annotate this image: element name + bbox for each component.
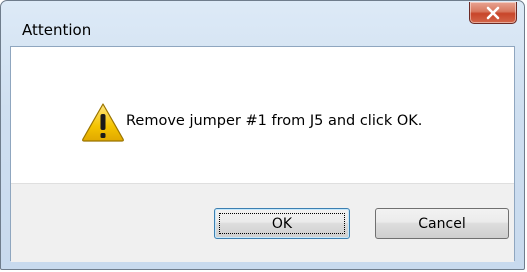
dialog-message: Remove jumper #1 from J5 and click OK. xyxy=(126,113,423,129)
close-icon xyxy=(486,6,500,19)
button-bar: OK Cancel xyxy=(11,183,514,262)
focus-rectangle xyxy=(219,213,345,234)
dialog-title: Attention xyxy=(22,21,92,39)
close-button[interactable] xyxy=(469,2,517,24)
ok-button[interactable]: OK xyxy=(214,208,350,239)
cancel-button-label: Cancel xyxy=(418,215,466,232)
dialog-window: Attention Remove jumper #1 from J5 and c… xyxy=(0,0,525,270)
cancel-button[interactable]: Cancel xyxy=(375,208,509,239)
dialog-client-area: Remove jumper #1 from J5 and click OK. O… xyxy=(10,46,515,262)
warning-icon xyxy=(82,103,124,142)
message-area: Remove jumper #1 from J5 and click OK. xyxy=(11,47,514,183)
title-bar[interactable]: Attention xyxy=(1,1,524,45)
